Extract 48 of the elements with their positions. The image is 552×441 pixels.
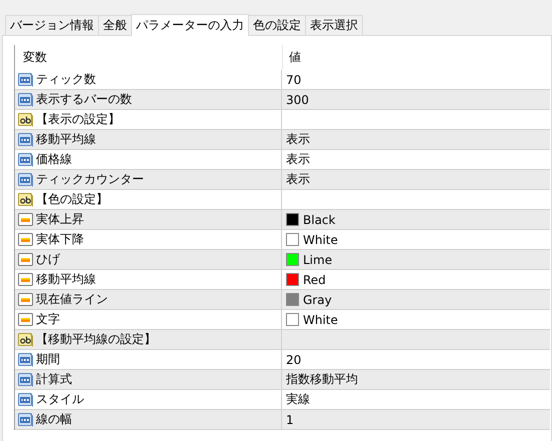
- parameter-name: 移動平均線: [36, 131, 96, 148]
- parameter-value[interactable]: Lime: [303, 252, 332, 266]
- parameter-value[interactable]: Gray: [303, 292, 332, 306]
- parameter-value[interactable]: 1: [286, 412, 294, 426]
- parameter-name: 実体上昇: [36, 211, 84, 228]
- text-type-icon: [18, 192, 33, 207]
- parameter-value[interactable]: Black: [303, 212, 336, 226]
- tab[interactable]: パラメーターの入力: [131, 14, 249, 36]
- parameter-name: 【移動平均線の設定】: [36, 331, 156, 348]
- parameter-value[interactable]: 指数移動平均: [286, 371, 358, 388]
- parameter-value[interactable]: White: [303, 312, 338, 326]
- parameter-name: 価格線: [36, 151, 72, 168]
- parameter-name: 現在値ライン: [36, 291, 108, 308]
- parameter-name: 【色の設定】: [36, 191, 108, 208]
- parameter-value[interactable]: 20: [286, 352, 302, 366]
- parameter-name: 実体下降: [36, 231, 84, 248]
- parameter-name: 【表示の設定】: [36, 111, 120, 128]
- number-type-icon: [18, 132, 33, 147]
- number-type-icon: [18, 372, 33, 387]
- number-type-icon: [18, 412, 33, 427]
- parameter-name: ティック数: [36, 71, 96, 88]
- number-type-icon: [18, 92, 33, 107]
- parameter-name: 期間: [36, 351, 60, 368]
- parameter-value[interactable]: 表示: [286, 131, 310, 148]
- tab[interactable]: 表示選択: [305, 15, 363, 35]
- parameter-value[interactable]: 表示: [286, 171, 310, 188]
- parameter-name: 表示するバーの数: [36, 91, 132, 108]
- number-type-icon: [18, 172, 33, 187]
- color-type-icon: [18, 252, 33, 267]
- column-header[interactable]: 変数: [15, 45, 282, 70]
- parameter-name: 移動平均線: [36, 271, 96, 288]
- parameter-name: 計算式: [36, 371, 72, 388]
- parameter-name: 文字: [36, 311, 60, 328]
- text-type-icon: [18, 332, 33, 347]
- parameter-name: スタイル: [36, 391, 84, 408]
- parameter-value[interactable]: Red: [303, 272, 326, 286]
- tab[interactable]: バージョン情報: [5, 15, 99, 35]
- parameter-value[interactable]: 300: [286, 92, 309, 106]
- text-type-icon: [18, 112, 33, 127]
- parameter-name: ティックカウンター: [36, 171, 144, 188]
- parameter-value[interactable]: 表示: [286, 151, 310, 168]
- parameter-value[interactable]: 実線: [286, 391, 310, 408]
- color-type-icon: [18, 292, 33, 307]
- parameter-value[interactable]: 70: [286, 72, 302, 86]
- parameter-value[interactable]: White: [303, 232, 338, 246]
- parameter-name: ひげ: [36, 251, 60, 268]
- parameter-name: 線の幅: [36, 411, 72, 428]
- color-type-icon: [18, 212, 33, 227]
